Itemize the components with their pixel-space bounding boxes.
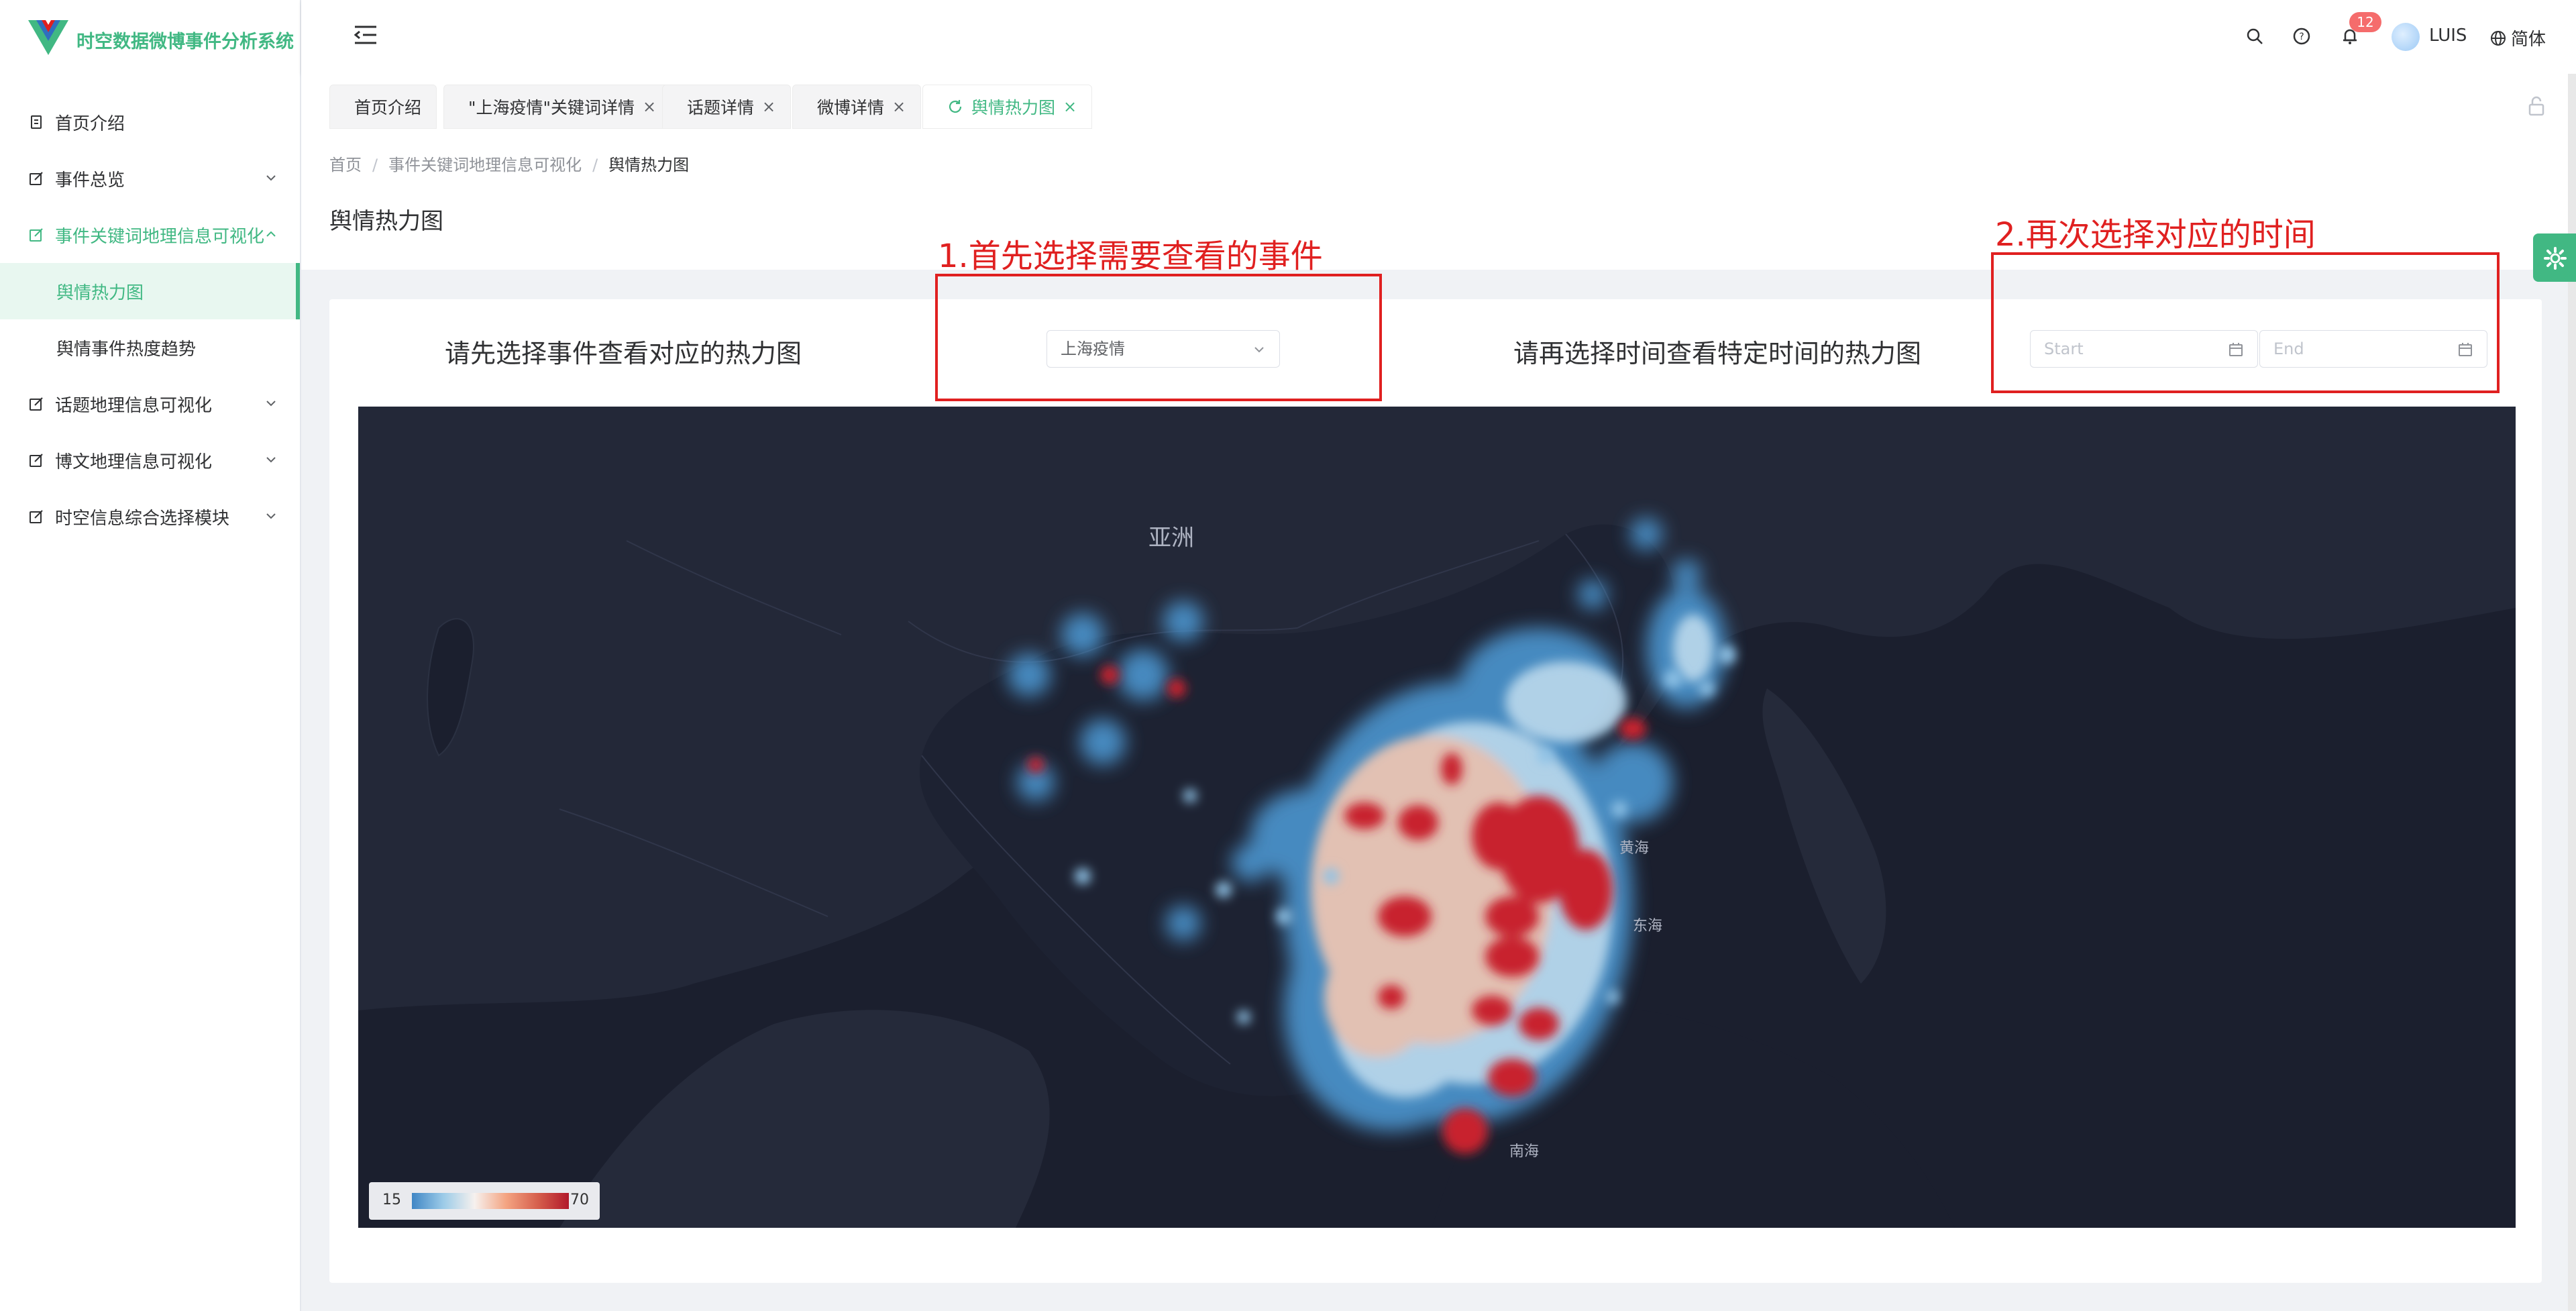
map-label-south-sea: 南海 <box>1509 1143 1540 1160</box>
notification-badge: 12 <box>2349 12 2381 32</box>
app-title: 时空数据微博事件分析系统 <box>76 32 294 52</box>
land-india <box>559 1010 1050 1228</box>
tab-weibo-detail[interactable]: 微博详情 × <box>792 85 922 129</box>
legend-max: 70 <box>570 1192 589 1208</box>
sidebar-item-home[interactable]: 首页介绍 <box>0 94 300 150</box>
breadcrumb-item[interactable]: 首页 <box>329 156 362 174</box>
help-icon[interactable]: ? <box>2292 27 2311 46</box>
sidebar-subitem-label: 舆情热力图 <box>56 282 144 303</box>
tags-bar: 首页介绍 "上海疫情"关键词详情 × 话题详情 × 微博详情 × 舆情热力图 × <box>301 74 2576 138</box>
tab-home[interactable]: 首页介绍 <box>329 85 437 129</box>
sidebar: 时空数据微博事件分析系统 首页介绍 事件总览 事件关键词地理信息可视化 舆情热力… <box>0 0 301 1311</box>
tab-label: 舆情热力图 <box>971 98 1056 117</box>
sidebar-subitem-heatmap[interactable]: 舆情热力图 <box>0 263 300 319</box>
sidebar-item-keyword-geo[interactable]: 事件关键词地理信息可视化 <box>0 207 300 263</box>
annotation-box-step2 <box>1991 252 2500 393</box>
tab-label: 首页介绍 <box>354 98 422 117</box>
event-filter-label: 请先选择事件查看对应的热力图 <box>445 339 802 368</box>
edit-icon <box>28 227 44 243</box>
annotation-step1: 1.首先选择需要查看的事件 <box>938 238 1323 275</box>
heatmap-map[interactable]: 亚洲 黄海 东海 南海 15 70 <box>358 407 2516 1228</box>
legend-gradient[interactable] <box>412 1193 569 1209</box>
globe-icon <box>2491 30 2506 46</box>
sidebar-subitem-label: 舆情事件热度趋势 <box>56 339 197 360</box>
language-label: 简体 <box>2511 30 2546 50</box>
settings-button[interactable] <box>2533 233 2576 282</box>
top-header: ? 12 LUIS 简体 <box>301 0 2576 74</box>
edit-icon <box>28 452 44 468</box>
sidebar-subitem-trend[interactable]: 舆情事件热度趋势 <box>0 319 300 376</box>
breadcrumb: 首页 / 事件关键词地理信息可视化 / 舆情热力图 <box>329 156 690 174</box>
sidebar-item-label: 事件关键词地理信息可视化 <box>55 226 265 247</box>
chevron-down-icon <box>264 396 278 411</box>
annotation-step2: 2.再次选择对应的时间 <box>1995 216 2316 254</box>
edit-icon <box>28 509 44 525</box>
edit-icon <box>28 170 44 187</box>
annotation-box-step1 <box>935 274 1382 401</box>
tab-topic-detail[interactable]: 话题详情 × <box>662 85 792 129</box>
username[interactable]: LUIS <box>2429 25 2467 46</box>
sidebar-item-event-overview[interactable]: 事件总览 <box>0 150 300 207</box>
app-logo-row[interactable]: 时空数据微博事件分析系统 <box>0 0 300 81</box>
document-icon <box>28 114 44 130</box>
sidebar-item-label: 事件总览 <box>55 170 125 191</box>
svg-text:?: ? <box>2299 32 2304 42</box>
land-japan <box>1762 688 1886 984</box>
breadcrumb-item[interactable]: 事件关键词地理信息可视化 <box>388 156 582 174</box>
sidebar-item-topic-geo[interactable]: 话题地理信息可视化 <box>0 376 300 432</box>
sidebar-item-label: 博文地理信息可视化 <box>55 452 213 472</box>
close-icon[interactable]: × <box>762 97 775 116</box>
search-icon[interactable] <box>2245 27 2264 46</box>
vue-logo-icon <box>28 20 68 55</box>
tab-heatmap[interactable]: 舆情热力图 × <box>922 85 1093 129</box>
lock-icon[interactable] <box>2526 95 2547 117</box>
map-label-yellow-sea: 黄海 <box>1619 840 1650 857</box>
sidebar-item-post-geo[interactable]: 博文地理信息可视化 <box>0 432 300 488</box>
menu-fold-icon[interactable] <box>354 24 378 46</box>
tab-label: 话题详情 <box>687 98 755 117</box>
close-icon[interactable]: × <box>892 97 906 116</box>
sidebar-item-label: 时空信息综合选择模块 <box>55 508 230 529</box>
close-icon[interactable]: × <box>1063 97 1077 116</box>
time-filter-label: 请再选择时间查看特定时间的热力图 <box>1513 339 1922 368</box>
chevron-down-icon <box>264 509 278 523</box>
map-canvas <box>358 407 2516 1228</box>
breadcrumb-current: 舆情热力图 <box>608 156 690 174</box>
sidebar-item-label: 话题地理信息可视化 <box>55 395 213 416</box>
heatmap-card: 请先选择事件查看对应的热力图 上海疫情 请再选择时间查看特定时间的热力图 Sta… <box>329 299 2542 1283</box>
page-title: 舆情热力图 <box>329 208 443 235</box>
language-switch[interactable]: 简体 <box>2489 25 2546 50</box>
tab-label: "上海疫情"关键词详情 <box>468 98 635 117</box>
edit-icon <box>28 396 44 412</box>
chevron-up-icon <box>264 227 278 242</box>
refresh-icon[interactable] <box>947 99 963 115</box>
tab-keyword-detail[interactable]: "上海疫情"关键词详情 × <box>443 85 672 129</box>
avatar[interactable] <box>2392 23 2420 51</box>
chevron-down-icon <box>264 170 278 185</box>
close-icon[interactable]: × <box>643 97 656 116</box>
legend-min: 15 <box>382 1192 401 1208</box>
tab-label: 微博详情 <box>817 98 885 117</box>
gear-icon <box>2544 247 2567 270</box>
map-label-asia: 亚洲 <box>1148 525 1194 552</box>
heat-legend: 15 70 <box>369 1182 600 1220</box>
chevron-down-icon <box>264 452 278 467</box>
map-label-east-sea: 东海 <box>1633 918 1663 935</box>
sidebar-item-label: 首页介绍 <box>55 113 125 134</box>
sidebar-item-spatiotemporal[interactable]: 时空信息综合选择模块 <box>0 488 300 545</box>
